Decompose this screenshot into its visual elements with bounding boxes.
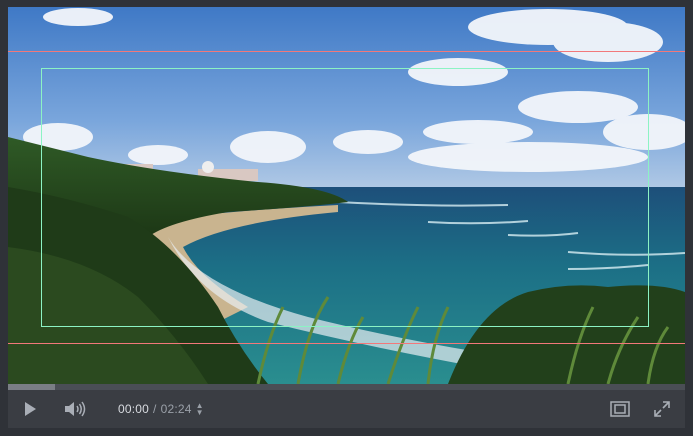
video-player: 00:00 / 02:24 ▲ ▼ [0,0,693,436]
control-bar: 00:00 / 02:24 ▲ ▼ [8,390,685,428]
safe-area-outer-bottom-guide [8,343,685,344]
volume-icon [65,401,86,417]
current-time: 00:00 [118,402,150,416]
video-frame[interactable] [8,7,685,384]
title-safe-area-guide [41,68,649,327]
fullscreen-button[interactable] [650,390,674,428]
play-icon [25,402,36,416]
fullscreen-icon [654,401,670,417]
chevron-updown-icon[interactable]: ▲ ▼ [195,402,204,417]
safe-area-icon [610,401,630,417]
time-separator: / [153,402,157,416]
safe-area-outer-top-guide [8,51,685,52]
duration: 02:24 [160,402,192,416]
volume-button[interactable] [62,390,88,428]
safe-area-toggle-button[interactable] [608,390,632,428]
time-display[interactable]: 00:00 / 02:24 ▲ ▼ [118,390,204,428]
chevron-down-icon: ▼ [195,408,204,417]
play-button[interactable] [18,390,42,428]
